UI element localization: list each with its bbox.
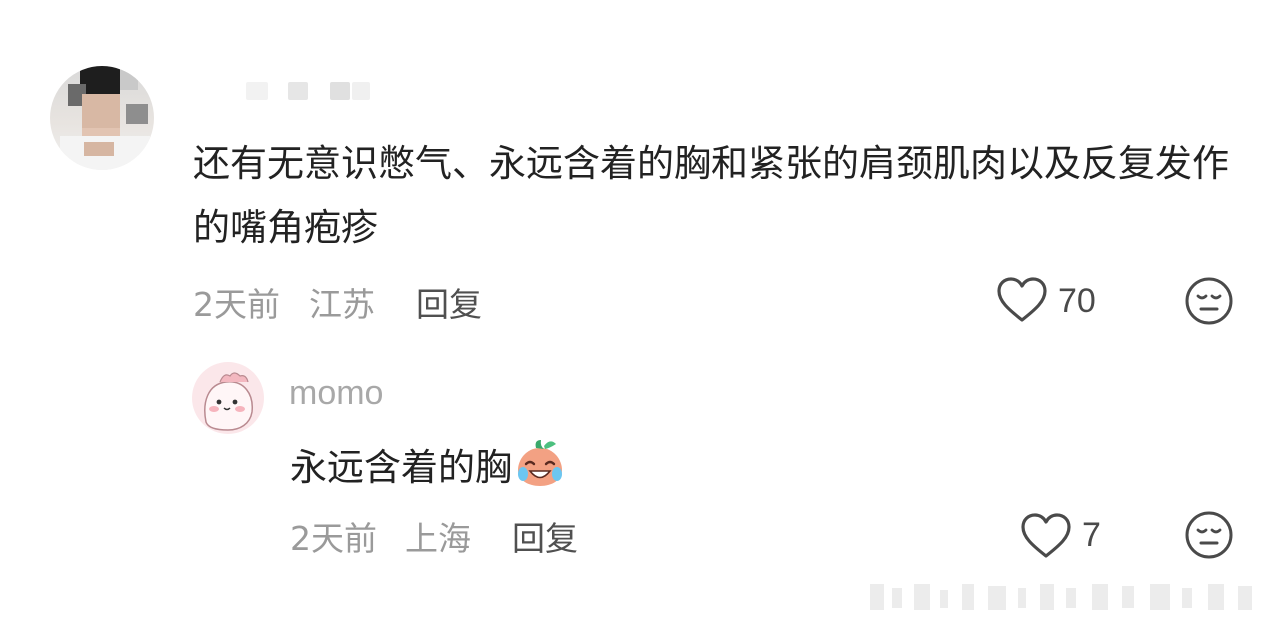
commenter-name-blurred [246,78,374,104]
reply-like-count: 7 [1082,516,1101,554]
like-count: 70 [1058,282,1096,320]
cartoon-avatar-icon [204,372,253,431]
reply-username[interactable]: momo [289,374,383,413]
comment-time: 2天前 [193,285,280,324]
meh-face-icon[interactable] [1184,276,1234,326]
watermark [870,584,1252,610]
reply-avatar[interactable] [192,362,264,434]
heart-outline-icon[interactable] [996,276,1048,324]
reply-location: 上海 [405,519,471,558]
crying-laughing-peach-emoji [518,440,562,486]
comment-text: 还有无意识憋气、永远含着的胸和紧张的肩颈肌肉以及反复发作的嘴角疱疹 [193,142,1229,249]
commenter-avatar[interactable] [50,66,154,170]
reply-button[interactable]: 回复 [416,278,482,326]
reply-text-row: 永远含着的胸 [290,438,566,493]
meh-face-icon[interactable] [1184,510,1234,560]
comment-location: 江苏 [309,285,375,324]
reply-time: 2天前 [290,519,377,558]
heart-outline-icon[interactable] [1020,512,1072,560]
reply-text: 永远含着的胸 [290,446,512,489]
reply-reply-button[interactable]: 回复 [512,512,578,560]
